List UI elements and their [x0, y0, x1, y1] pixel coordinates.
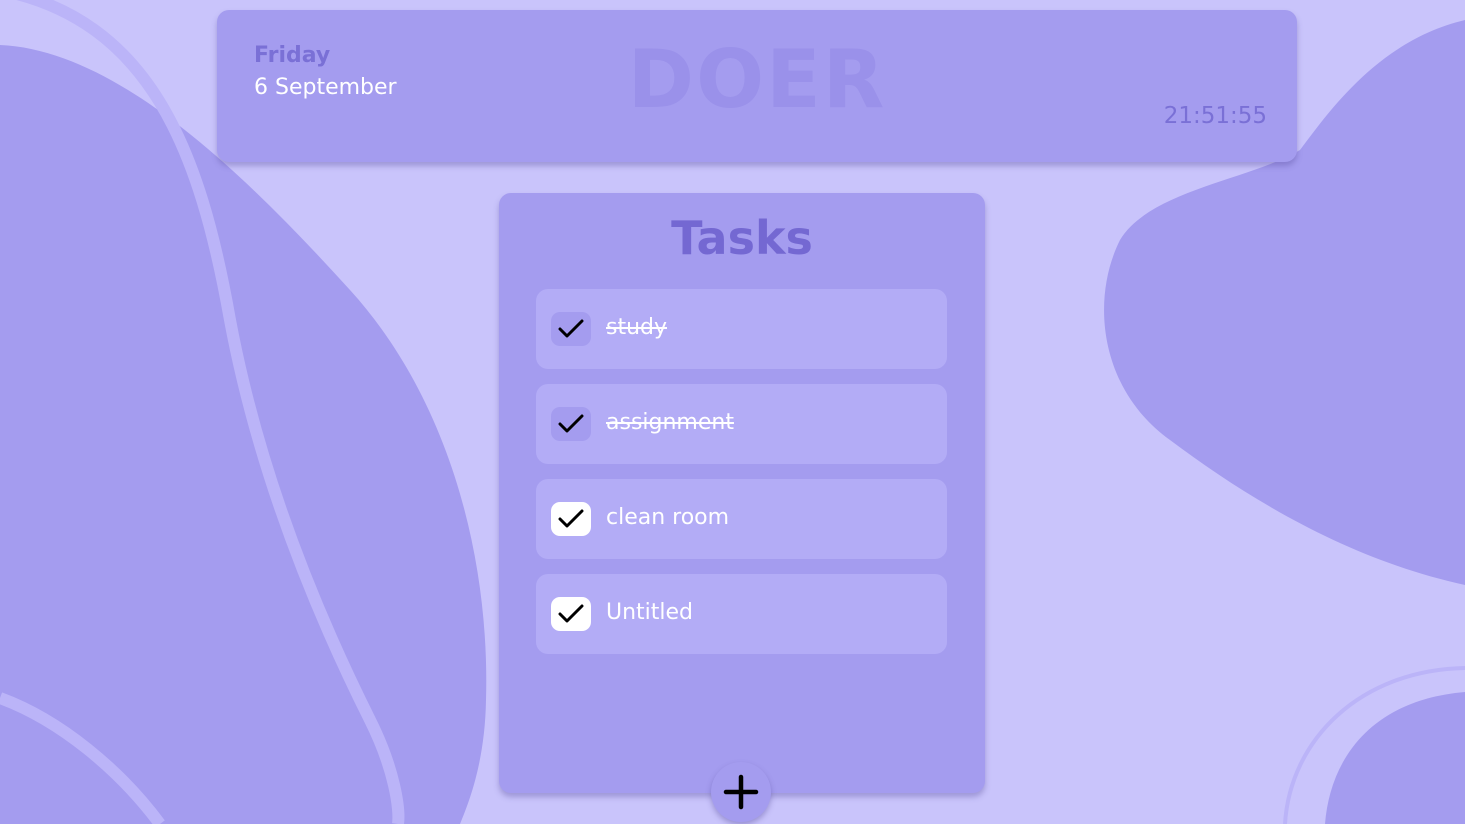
task-label[interactable]: clean room — [606, 505, 729, 530]
task-checkbox[interactable] — [551, 502, 591, 536]
task-checkbox[interactable] — [551, 597, 591, 631]
checkmark-icon — [558, 604, 584, 623]
app-logo: DOER — [627, 33, 887, 126]
header-card: Friday 6 September DOER 21:51:55 — [217, 10, 1297, 162]
task-item[interactable]: clean room — [536, 479, 947, 559]
task-item[interactable]: Untitled — [536, 574, 947, 654]
checkmark-icon — [558, 509, 584, 528]
plus-icon — [723, 774, 759, 810]
tasks-title: Tasks — [671, 211, 813, 265]
checkmark-icon — [558, 319, 584, 338]
clock: 21:51:55 — [1163, 103, 1267, 129]
task-list: study assignment clean room Untitled — [536, 289, 947, 669]
task-label[interactable]: study — [606, 315, 667, 340]
task-checkbox[interactable] — [551, 407, 591, 441]
task-checkbox[interactable] — [551, 312, 591, 346]
task-item[interactable]: assignment — [536, 384, 947, 464]
task-label[interactable]: assignment — [606, 410, 734, 435]
add-task-button[interactable] — [711, 762, 771, 822]
task-item[interactable]: study — [536, 289, 947, 369]
tasks-panel: Tasks study assignment clean room Untitl… — [499, 193, 985, 793]
checkmark-icon — [558, 414, 584, 433]
task-label[interactable]: Untitled — [606, 600, 693, 625]
